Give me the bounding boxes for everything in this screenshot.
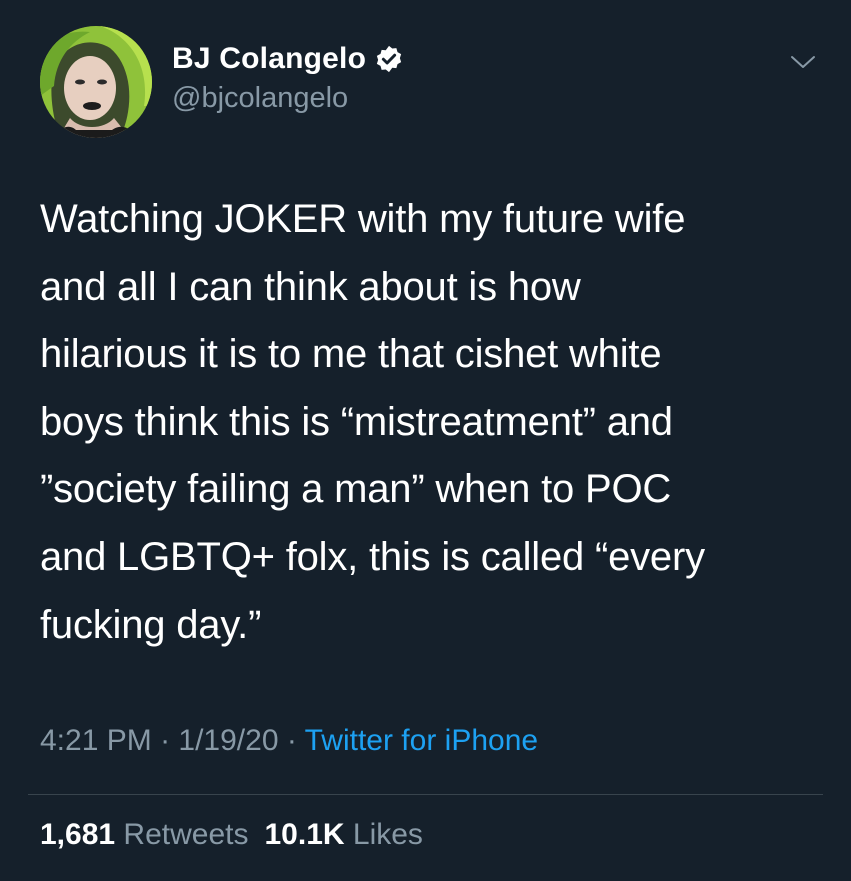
tweet-text-line: boys think this is “mistreatment” and (40, 399, 673, 444)
retweets-stat[interactable]: 1,681 Retweets (40, 818, 248, 851)
meta-separator: · (278, 724, 305, 757)
tweet-text-line: and LGBTQ+ folx, this is called “every (40, 534, 705, 579)
display-name-row: BJ Colangelo (172, 40, 404, 78)
tweet-text-line: ”society failing a man” when to POC (40, 467, 672, 512)
tweet-text: Watching JOKER with my future wife and a… (40, 186, 820, 659)
tweet-text-line: fucking day.” (40, 602, 262, 647)
likes-label: Likes (352, 818, 423, 851)
tweet-text-line: hilarious it is to me that cishet white (40, 332, 662, 377)
retweets-count: 1,681 (40, 818, 116, 851)
likes-count: 10.1K (264, 818, 345, 851)
meta-separator: · (151, 724, 179, 757)
tweet-text-line: and all I can think about is how (40, 264, 581, 309)
chevron-down-icon[interactable] (788, 52, 818, 72)
tweet-text-line: Watching JOKER with my future wife (40, 197, 686, 241)
tweet-source-link[interactable]: Twitter for iPhone (305, 724, 538, 757)
author-info: BJ Colangelo @bjcolangelo (172, 40, 404, 115)
tweet-date[interactable]: 1/19/20 (178, 724, 278, 757)
likes-stat[interactable]: 10.1K Likes (264, 818, 422, 851)
verified-badge-icon (374, 44, 404, 74)
display-name[interactable]: BJ Colangelo (172, 42, 366, 76)
tweet-stats: 1,681 Retweets 10.1K Likes (40, 818, 423, 852)
handle[interactable]: @bjcolangelo (172, 82, 404, 115)
retweets-label: Retweets (123, 818, 249, 851)
divider (28, 794, 823, 795)
avatar-image (40, 26, 152, 138)
tweet-header: BJ Colangelo @bjcolangelo (40, 26, 820, 138)
avatar[interactable] (40, 26, 152, 138)
tweet-time[interactable]: 4:21 PM (40, 724, 152, 757)
tweet-meta: 4:21 PM · 1/19/20 · Twitter for iPhone (40, 724, 538, 758)
